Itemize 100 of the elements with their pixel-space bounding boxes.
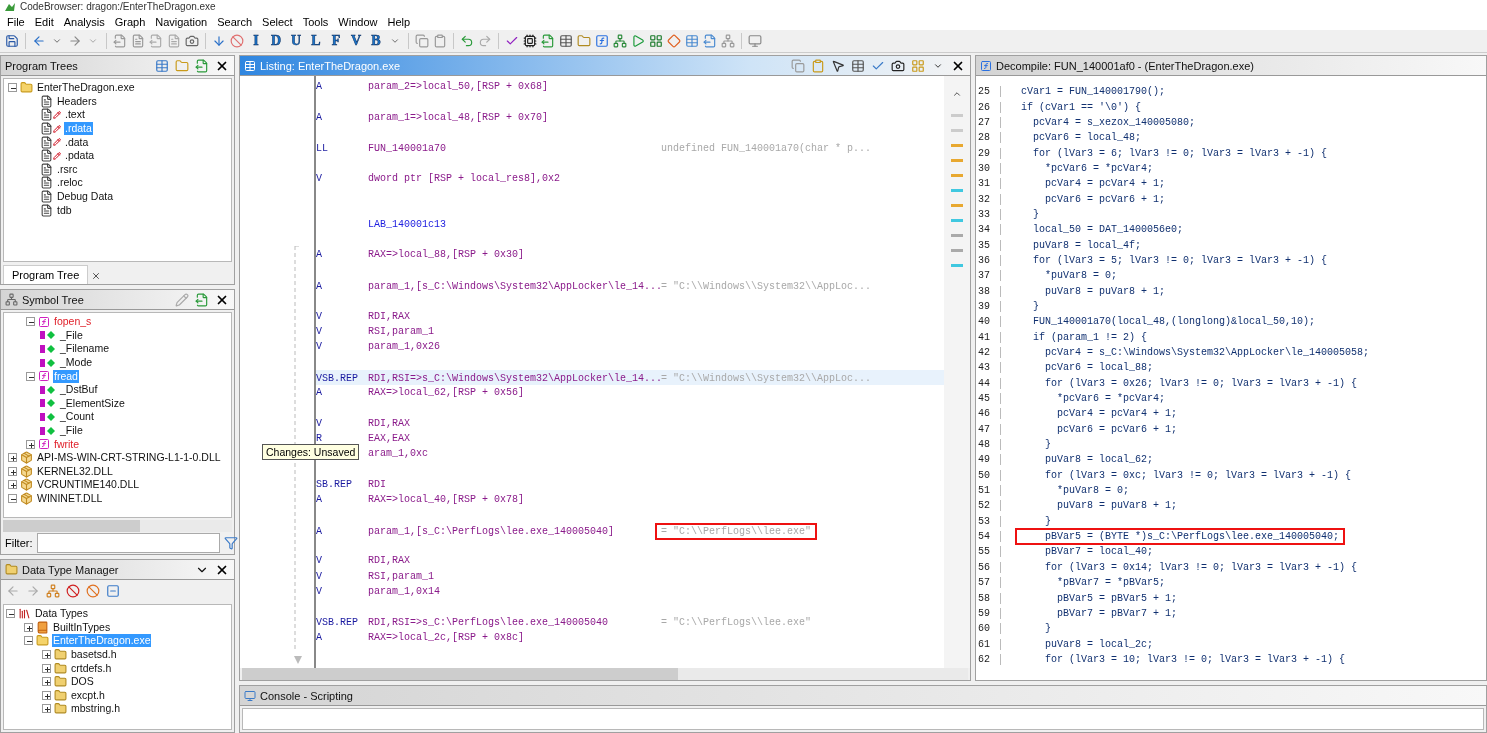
- tree-item[interactable]: EnterTheDragon.exe: [36, 81, 136, 95]
- folder-icon[interactable]: [576, 33, 592, 49]
- toolbar-letter-button[interactable]: D: [267, 32, 285, 50]
- toolbar-letter-button[interactable]: F: [327, 32, 345, 50]
- horizontal-scrollbar[interactable]: [3, 520, 232, 532]
- tree-item[interactable]: .rsrc: [56, 162, 79, 176]
- collapse-icon[interactable]: [6, 609, 15, 619]
- panel-tab[interactable]: Program Tree: [3, 265, 89, 284]
- tree-item[interactable]: .pdata: [64, 149, 96, 163]
- toolbar-letter-button[interactable]: U: [287, 32, 305, 50]
- console-area[interactable]: [242, 708, 1484, 730]
- folder-icon[interactable]: [174, 57, 190, 74]
- menu-item[interactable]: Tools: [297, 13, 334, 30]
- menu-item[interactable]: Window: [333, 13, 383, 30]
- tree-item[interactable]: Headers: [56, 94, 98, 108]
- chip-icon[interactable]: [522, 33, 538, 49]
- collapse-icon[interactable]: [24, 636, 33, 646]
- expand-icon[interactable]: [26, 439, 35, 449]
- no-entry-icon[interactable]: [65, 583, 81, 599]
- tree-item[interactable]: fwrite: [53, 437, 81, 451]
- copy-icon[interactable]: [414, 33, 430, 49]
- play-icon[interactable]: [630, 33, 646, 49]
- redo-icon[interactable]: [477, 33, 493, 49]
- code-label[interactable]: LAB_140001c13: [368, 218, 446, 230]
- tree-item[interactable]: basetsd.h: [70, 648, 118, 662]
- tree-item[interactable]: _Mode: [59, 356, 94, 370]
- edit-icon[interactable]: [174, 291, 190, 308]
- function-icon[interactable]: [594, 33, 610, 49]
- tree-item[interactable]: excpt.h: [70, 688, 106, 702]
- menu-item[interactable]: Navigation: [150, 13, 213, 30]
- table-icon[interactable]: [850, 57, 866, 74]
- tree-item[interactable]: BuiltInTypes: [52, 620, 112, 634]
- filter-field[interactable]: [36, 533, 220, 553]
- network-icon[interactable]: [720, 33, 736, 49]
- diamond-icon[interactable]: [666, 33, 682, 49]
- document-arrow-icon[interactable]: [112, 33, 128, 49]
- tree-item[interactable]: .data: [64, 135, 90, 149]
- parameter-icon: [40, 357, 56, 368]
- toolbar-letter-button[interactable]: L: [307, 32, 325, 50]
- expand-icon[interactable]: [8, 453, 17, 463]
- toolbar-letter-button[interactable]: B: [367, 32, 385, 50]
- expand-icon[interactable]: [8, 466, 17, 476]
- tree-item[interactable]: KERNEL32.DLL: [36, 464, 114, 478]
- code-line: FUN_140001a70(local_48,(longlong)&local_50,10);: [1032, 315, 1317, 330]
- tree-item[interactable]: mbstring.h: [70, 702, 122, 716]
- collapse-icon[interactable]: [26, 371, 35, 381]
- tree-item[interactable]: WININET.DLL: [36, 492, 104, 505]
- expand-icon[interactable]: [42, 663, 51, 673]
- tree-item[interactable]: _Count: [59, 410, 95, 424]
- tree-item[interactable]: Data Types: [34, 607, 89, 621]
- horizontal-scrollbar[interactable]: [242, 668, 968, 680]
- tree-item[interactable]: _ElementSize: [59, 396, 126, 410]
- save-icon[interactable]: [4, 33, 20, 49]
- tree-item[interactable]: Debug Data: [56, 190, 115, 204]
- menu-item[interactable]: File: [2, 13, 30, 30]
- toolbar-letter-button[interactable]: I: [247, 32, 265, 50]
- no-entry-icon[interactable]: [85, 583, 101, 599]
- monitor-icon[interactable]: [747, 33, 763, 49]
- tree-item[interactable]: crtdefs.h: [70, 661, 113, 675]
- tree-item[interactable]: tdb: [56, 203, 73, 217]
- document-arrow-icon[interactable]: [148, 33, 164, 49]
- expand-icon[interactable]: [42, 650, 51, 660]
- menu-item[interactable]: Edit: [29, 13, 59, 30]
- tree-item[interactable]: _Filename: [59, 342, 111, 356]
- menu-item[interactable]: Analysis: [58, 13, 110, 30]
- network-icon[interactable]: [612, 33, 628, 49]
- no-entry-icon[interactable]: [229, 33, 245, 49]
- tree-item[interactable]: fopen_s: [53, 315, 93, 329]
- collapse-icon[interactable]: [8, 494, 17, 503]
- menu-item[interactable]: Graph: [109, 13, 151, 30]
- expand-icon[interactable]: [8, 480, 17, 490]
- toolbar-letter-button[interactable]: V: [347, 32, 365, 50]
- tree-item[interactable]: _DstBuf: [59, 383, 99, 397]
- expand-icon[interactable]: [24, 622, 33, 632]
- expand-icon[interactable]: [42, 677, 51, 687]
- grid-icon[interactable]: [648, 33, 664, 49]
- menu-item[interactable]: Select: [257, 13, 298, 30]
- menu-item[interactable]: Help: [382, 13, 416, 30]
- tree-item[interactable]: _File: [59, 328, 84, 342]
- export-icon[interactable]: [702, 33, 718, 49]
- tree-item[interactable]: DOS: [70, 675, 95, 689]
- clipboard-icon[interactable]: [810, 57, 826, 74]
- tree-item[interactable]: API-MS-WIN-CRT-STRING-L1-1-0.DLL: [36, 451, 222, 465]
- tree-item[interactable]: .reloc: [56, 176, 84, 190]
- expand-icon[interactable]: [42, 690, 51, 700]
- expand-icon[interactable]: [42, 704, 51, 714]
- collapse-all-icon[interactable]: [105, 583, 121, 599]
- table-icon[interactable]: [684, 33, 700, 49]
- tree-item[interactable]: .text: [64, 108, 86, 122]
- collapse-icon[interactable]: [8, 83, 17, 93]
- tree-item[interactable]: _File: [59, 424, 84, 438]
- filter-icon[interactable]: [223, 535, 238, 551]
- undo-icon[interactable]: [459, 33, 475, 49]
- table-icon[interactable]: [558, 33, 574, 49]
- network-icon[interactable]: [45, 583, 61, 599]
- collapse-icon[interactable]: [26, 317, 35, 327]
- menu-item[interactable]: Search: [212, 13, 258, 30]
- tree-item[interactable]: VCRUNTIME140.DLL: [36, 478, 141, 492]
- clipboard-icon[interactable]: [432, 33, 448, 49]
- copy-icon[interactable]: [790, 57, 806, 74]
